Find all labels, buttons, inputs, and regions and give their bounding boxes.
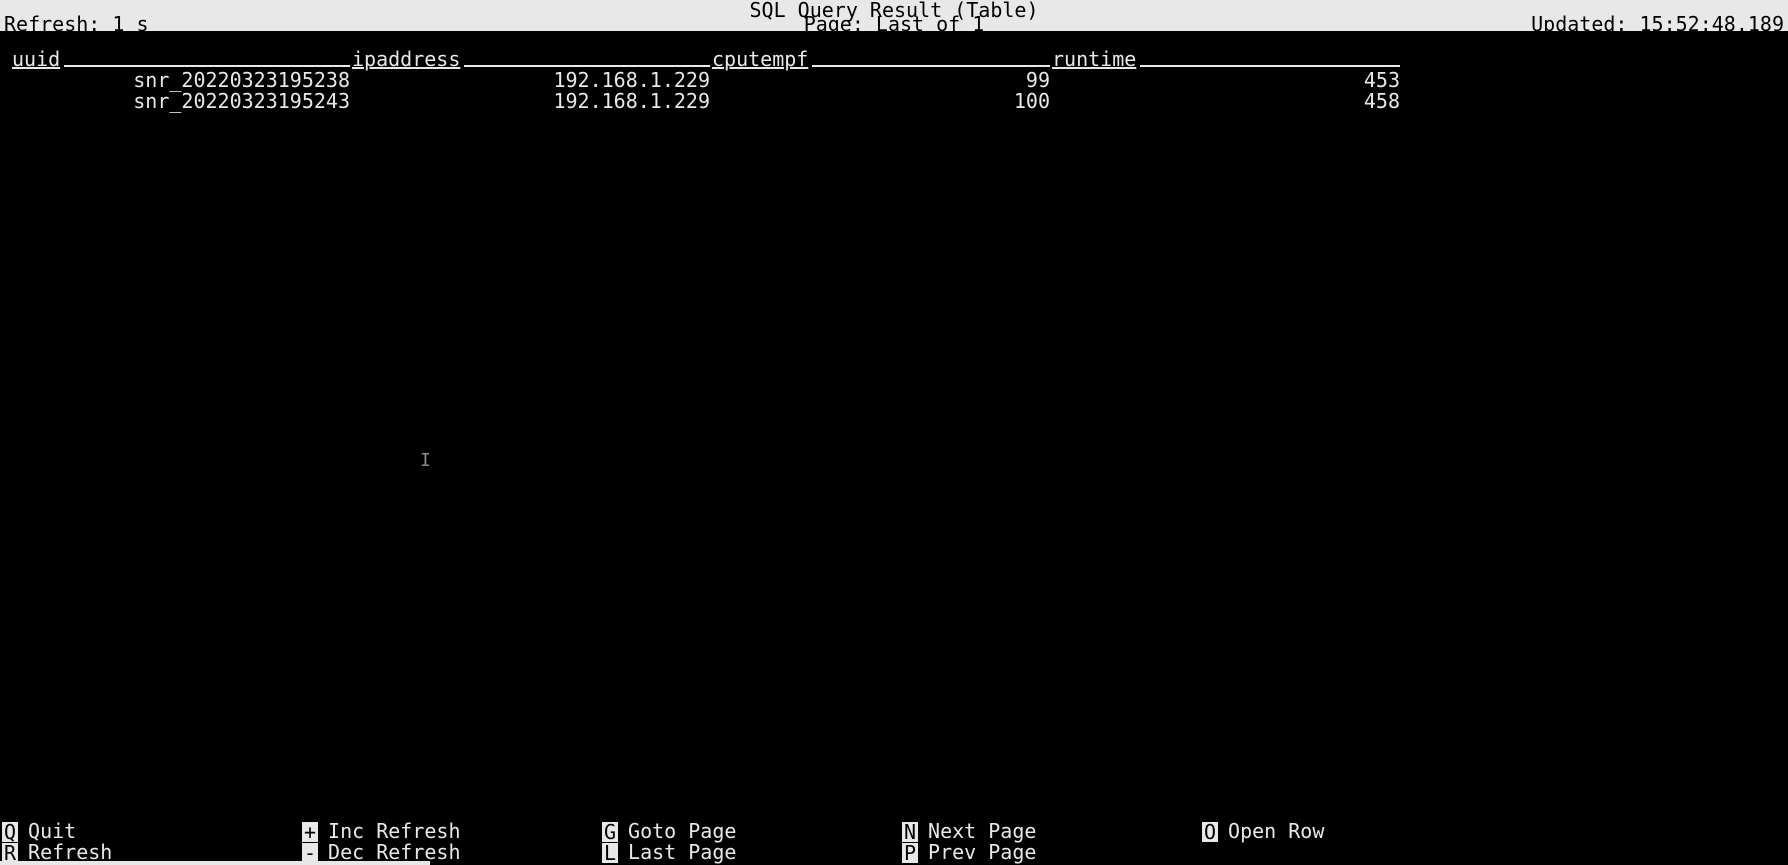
key-icon: G — [602, 822, 618, 842]
hotkey-label: Refresh — [28, 842, 112, 863]
hotkey-bar: Q Quit R Refresh + Inc Refresh - Dec Ref… — [0, 821, 1788, 863]
hotkey-next-page[interactable]: N Next Page — [900, 821, 1200, 842]
hotkey-dec-refresh[interactable]: - Dec Refresh — [300, 842, 600, 863]
table-cell[interactable]: 458 — [1052, 91, 1402, 112]
hotkey-quit[interactable]: Q Quit — [0, 821, 300, 842]
key-icon: Q — [2, 822, 18, 842]
key-icon: N — [902, 822, 918, 842]
updated-time: Updated: 15:52:48.189 — [1531, 14, 1784, 35]
table-cell[interactable]: 192.168.1.229 — [352, 91, 712, 112]
key-icon: O — [1202, 822, 1218, 842]
hotkey-label: Prev Page — [928, 842, 1036, 863]
hotkey-label: Open Row — [1228, 821, 1324, 842]
key-icon: R — [2, 843, 18, 863]
table-cell[interactable]: 99 — [712, 70, 1052, 91]
hotkey-label: Goto Page — [628, 821, 736, 842]
key-icon: L — [602, 843, 618, 863]
hotkey-refresh[interactable]: R Refresh — [0, 842, 300, 863]
table-cell[interactable]: snr_20220323195238 — [12, 70, 352, 91]
hotkey-label: Quit — [28, 821, 76, 842]
hotkey-last-page[interactable]: L Last Page — [600, 842, 900, 863]
col-header-runtime: runtime — [1052, 49, 1402, 70]
col-header-cputempf: cputempf — [712, 49, 1052, 70]
input-bar[interactable] — [0, 861, 430, 865]
table-cell[interactable]: 192.168.1.229 — [352, 70, 712, 91]
refresh-rate: Refresh: 1 s — [4, 14, 149, 35]
key-icon: + — [302, 822, 318, 842]
hotkey-label: Last Page — [628, 842, 736, 863]
hotkey-label: Next Page — [928, 821, 1036, 842]
hotkey-goto-page[interactable]: G Goto Page — [600, 821, 900, 842]
terminal-screen: SQL Query Result (Table) Page: Last of 1… — [0, 0, 1788, 865]
hotkey-label: Dec Refresh — [328, 842, 460, 863]
key-icon: - — [302, 843, 318, 863]
hotkey-inc-refresh[interactable]: + Inc Refresh — [300, 821, 600, 842]
hotkey-empty — [1200, 842, 1500, 863]
table-cell[interactable]: 100 — [712, 91, 1052, 112]
hotkey-open-row[interactable]: O Open Row — [1200, 821, 1500, 842]
table-cell[interactable]: snr_20220323195243 — [12, 91, 352, 112]
page-indicator: Page: Last of 1 — [804, 14, 985, 35]
key-icon: P — [902, 843, 918, 863]
hotkey-prev-page[interactable]: P Prev Page — [900, 842, 1200, 863]
result-table: uuid ipaddress cputempf runtime snr_2022… — [0, 31, 1788, 865]
status-bar: SQL Query Result (Table) Page: Last of 1… — [0, 0, 1788, 31]
hotkey-label: Inc Refresh — [328, 821, 460, 842]
col-header-uuid: uuid — [12, 49, 352, 70]
table-cell[interactable]: 453 — [1052, 70, 1402, 91]
col-header-ipaddress: ipaddress — [352, 49, 712, 70]
